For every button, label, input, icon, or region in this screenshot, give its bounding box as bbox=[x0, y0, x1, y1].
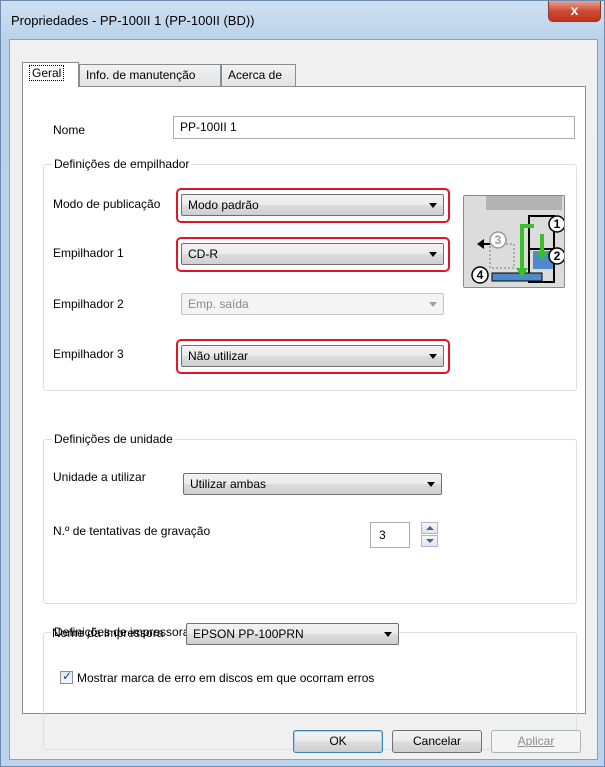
stacker2-label: Empilhador 2 bbox=[53, 297, 124, 311]
drive-select[interactable]: Utilizar ambas bbox=[183, 473, 442, 495]
drive-label: Unidade a utilizar bbox=[53, 470, 146, 484]
publish-mode-label: Modo de publicação bbox=[53, 197, 161, 211]
stacker3-select[interactable]: Não utilizar bbox=[181, 345, 444, 367]
stacker-settings-title: Definições de empilhador bbox=[52, 157, 192, 171]
stacker3-value: Não utilizar bbox=[188, 349, 249, 363]
dialog-client: Geral Info. de manutenção Acerca de Nome… bbox=[9, 39, 598, 760]
stacker1-label: Empilhador 1 bbox=[53, 246, 124, 260]
ok-button[interactable]: OK bbox=[293, 730, 383, 753]
printer-select[interactable]: EPSON PP-100PRN bbox=[186, 623, 399, 645]
chevron-down-icon bbox=[427, 482, 435, 487]
stacker2-select: Emp. saída bbox=[181, 293, 444, 315]
retries-label: N.º de tentativas de gravação bbox=[53, 524, 211, 538]
chevron-down-icon bbox=[429, 252, 437, 257]
tab-geral-label: Geral bbox=[29, 65, 65, 81]
retries-stepper[interactable] bbox=[421, 522, 438, 548]
chevron-down-icon bbox=[384, 632, 392, 637]
publish-mode-select[interactable]: Modo padrão bbox=[181, 194, 444, 216]
cancel-button[interactable]: Cancelar bbox=[392, 730, 482, 753]
tab-maintenance-info[interactable]: Info. de manutenção bbox=[79, 64, 221, 86]
drive-settings-group: Definições de unidade bbox=[43, 432, 577, 604]
diagram-label-3: 3 bbox=[495, 233, 502, 247]
stacker-diagram: 1 2 3 4 bbox=[463, 195, 566, 288]
close-button[interactable]: x bbox=[548, 1, 601, 22]
diagram-label-1: 1 bbox=[554, 217, 561, 231]
chevron-down-icon bbox=[429, 302, 437, 307]
close-icon: x bbox=[570, 2, 579, 18]
drive-value: Utilizar ambas bbox=[190, 477, 267, 491]
chevron-down-icon bbox=[429, 203, 437, 208]
stacker1-select[interactable]: CD-R bbox=[181, 243, 444, 265]
stacker1-value: CD-R bbox=[188, 247, 218, 261]
error-mark-label[interactable]: Mostrar marca de erro em discos em que o… bbox=[77, 671, 374, 685]
name-label: Nome bbox=[53, 123, 86, 137]
tab-about[interactable]: Acerca de bbox=[221, 64, 296, 86]
stacker-diagram-graphic: 1 2 3 4 bbox=[471, 196, 566, 284]
name-field[interactable]: PP-100II 1 bbox=[173, 116, 575, 139]
apply-button: Aplicar bbox=[491, 730, 581, 753]
error-mark-checkbox[interactable] bbox=[60, 669, 73, 684]
chevron-down-icon bbox=[429, 354, 437, 359]
drive-settings-title: Definições de unidade bbox=[52, 432, 175, 446]
stacker2-value: Emp. saída bbox=[188, 297, 249, 311]
title-bar[interactable]: Propriedades - PP-100II 1 (PP-100II (BD)… bbox=[9, 1, 601, 39]
stepper-down-icon[interactable] bbox=[421, 535, 438, 547]
tab-panel-geral: Nome PP-100II 1 Definições de empilhador… bbox=[22, 86, 586, 750]
window-frame: Propriedades - PP-100II 1 (PP-100II (BD)… bbox=[0, 0, 605, 767]
stacker3-label: Empilhador 3 bbox=[53, 347, 124, 361]
diagram-label-4: 4 bbox=[477, 268, 484, 282]
printer-value: EPSON PP-100PRN bbox=[193, 627, 304, 641]
diagram-label-2: 2 bbox=[554, 249, 561, 263]
printer-label: Nome da impressora bbox=[52, 626, 164, 640]
stepper-up-icon[interactable] bbox=[421, 522, 438, 534]
tab-geral[interactable]: Geral bbox=[22, 62, 79, 87]
publish-mode-value: Modo padrão bbox=[188, 198, 259, 212]
apply-button-label: Aplicar bbox=[517, 734, 555, 748]
retries-field[interactable]: 3 bbox=[370, 522, 410, 548]
window-title: Propriedades - PP-100II 1 (PP-100II (BD)… bbox=[11, 13, 255, 28]
